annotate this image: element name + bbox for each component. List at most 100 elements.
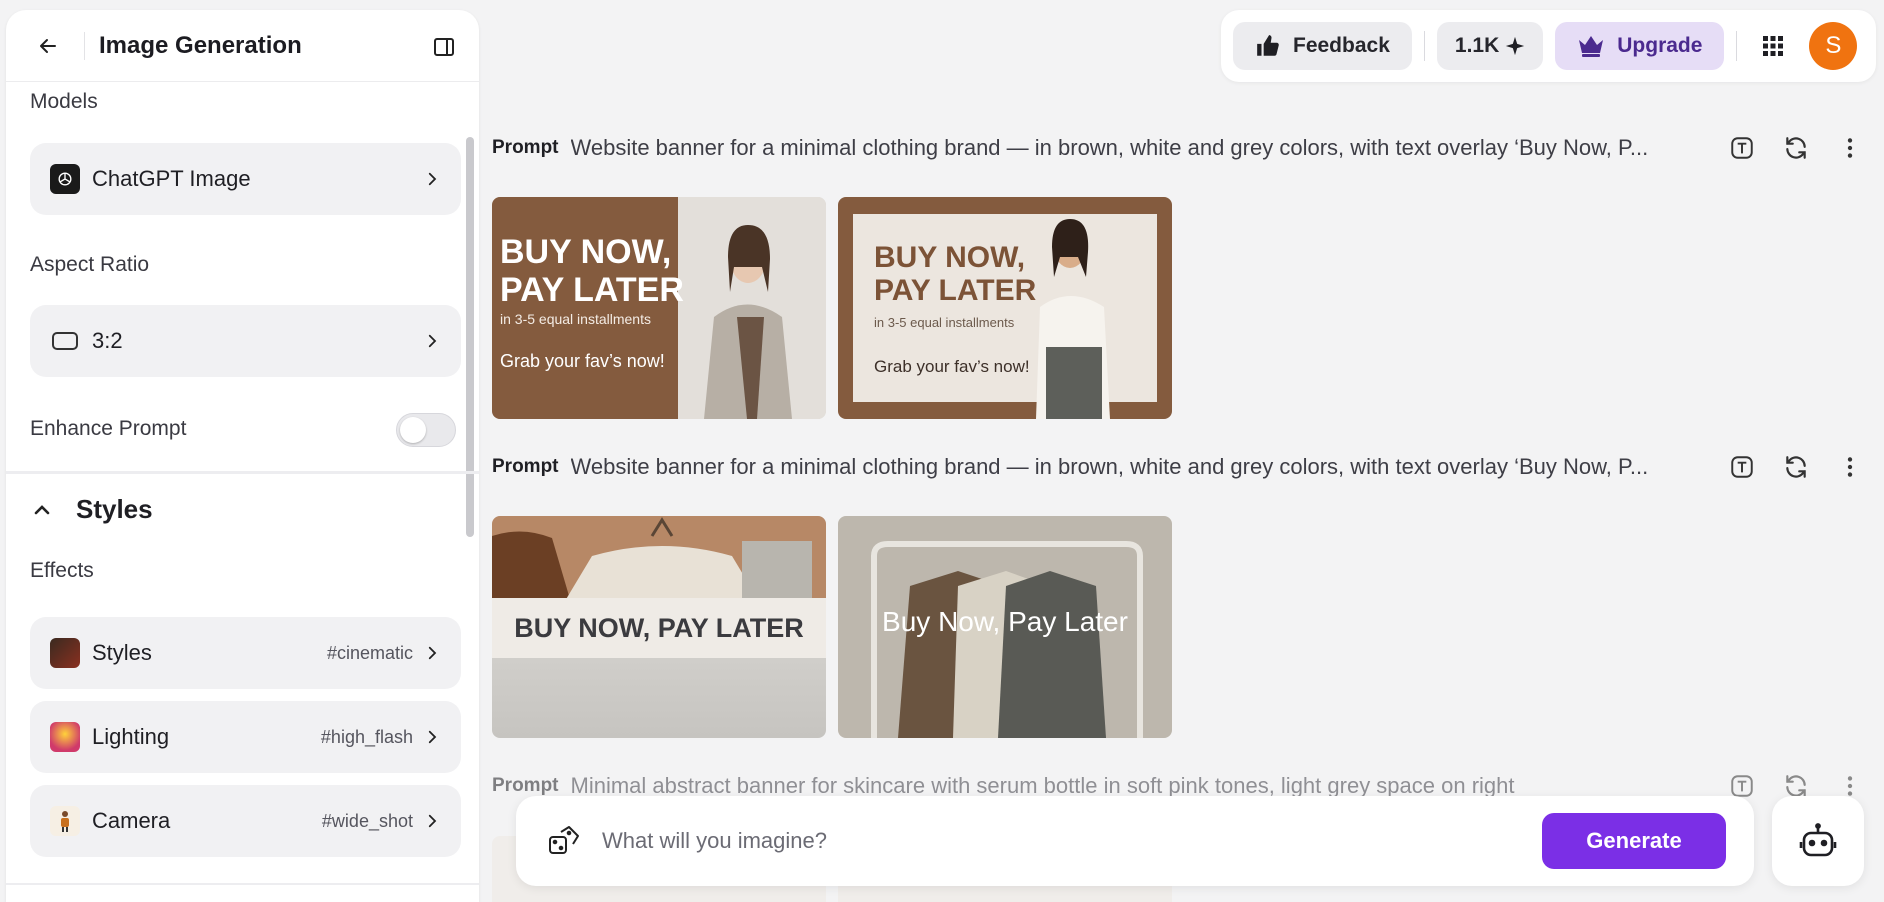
feedback-label: Feedback [1293, 34, 1390, 57]
generated-image[interactable]: BUY NOW, PAY LATER in 3-5 equal installm… [492, 197, 826, 419]
more-options-button[interactable] [1833, 131, 1867, 165]
apps-grid-button[interactable] [1753, 26, 1793, 66]
aspect-ratio-value: 3:2 [92, 328, 123, 353]
prompt-actions [1725, 128, 1867, 168]
banner-subtext: in 3-5 equal installments [500, 311, 651, 327]
text-box-icon [1731, 456, 1753, 478]
model-value: ChatGPT Image [92, 166, 251, 191]
banner-headline: PAY LATER [500, 271, 684, 309]
use-prompt-button[interactable] [1725, 450, 1759, 484]
generated-image[interactable]: BUY NOW, PAY LATER [492, 516, 826, 738]
camera-thumb-icon [50, 806, 80, 836]
prompt-row: Prompt Website banner for a minimal clot… [492, 128, 1867, 168]
effect-label: Lighting [92, 724, 170, 749]
credits-button[interactable]: 1.1K [1436, 22, 1544, 70]
styles-section-toggle[interactable]: Styles [30, 494, 153, 525]
styles-thumb-icon [50, 638, 80, 668]
random-prompt-button[interactable] [544, 821, 584, 861]
effect-lighting-row[interactable]: Lighting #high_flash [30, 701, 461, 773]
banner-subtext: in 3-5 equal installments [874, 315, 1015, 330]
openai-logo-icon [50, 164, 80, 194]
sparkle-icon [1506, 36, 1525, 56]
chevron-right-icon [428, 172, 437, 186]
banner-cta: Grab your fav’s now! [874, 357, 1030, 376]
top-toolbar: Feedback 1.1K Upgrade S [1221, 10, 1876, 82]
banner-cta: Grab your fav’s now! [500, 351, 665, 371]
chevron-right-icon [428, 646, 437, 660]
banner-headline: BUY NOW, [874, 241, 1026, 274]
text-box-icon [1731, 137, 1753, 159]
arrow-left-icon [40, 38, 56, 53]
refresh-icon [1786, 137, 1806, 159]
chevron-right-icon [428, 730, 437, 744]
generated-image[interactable]: Buy Now, Pay Later [838, 516, 1172, 738]
more-options-button[interactable] [1833, 450, 1867, 484]
collapse-panel-button[interactable] [429, 32, 459, 62]
chevron-up-icon [34, 504, 50, 514]
prompt-row: Prompt Website banner for a minimal clot… [492, 447, 1867, 487]
prompt-actions [1725, 447, 1867, 487]
use-prompt-button[interactable] [1725, 131, 1759, 165]
more-vertical-icon [1847, 138, 1853, 158]
sidebar-panel-icon [434, 38, 454, 56]
upgrade-label: Upgrade [1617, 34, 1703, 57]
feedback-button[interactable]: Feedback [1233, 22, 1412, 70]
sidebar-title: Image Generation [99, 31, 302, 59]
regenerate-button[interactable] [1779, 131, 1813, 165]
prompt-label: Prompt [492, 456, 559, 477]
effect-tag: #wide_shot [321, 810, 413, 831]
prompt-label: Prompt [492, 775, 559, 796]
crown-icon [1579, 36, 1604, 57]
thumbs-up-icon [1257, 35, 1279, 56]
settings-sidebar: Image Generation Models ChatGPT Image As… [6, 10, 479, 902]
robot-icon [1799, 823, 1837, 857]
aspect-ratio-select[interactable]: 3:2 [30, 305, 461, 377]
prompt-input[interactable] [602, 828, 1542, 854]
banner-headline: Buy Now, Pay Later [882, 606, 1128, 637]
effect-tag: #cinematic [326, 642, 413, 663]
toolbar-divider [1423, 31, 1425, 61]
back-button[interactable] [30, 28, 66, 64]
chevron-right-icon [428, 814, 437, 828]
lighting-thumb-icon [50, 722, 80, 752]
section-divider [6, 883, 479, 885]
sidebar-header: Image Generation [6, 10, 479, 82]
banner-headline: BUY NOW, PAY LATER [492, 598, 826, 658]
assistant-bot-button[interactable] [1772, 796, 1864, 886]
effects-label: Effects [30, 559, 94, 582]
chevron-right-icon [428, 334, 437, 348]
header-divider [84, 31, 85, 60]
prompt-text: Website banner for a minimal clothing br… [570, 135, 1649, 160]
credits-label: 1.1K [1454, 34, 1500, 57]
banner-headline: BUY NOW, [500, 233, 672, 271]
upgrade-button[interactable]: Upgrade [1555, 22, 1725, 70]
section-divider [6, 471, 479, 474]
user-avatar[interactable]: S [1809, 22, 1858, 70]
effect-tag: #high_flash [320, 726, 413, 747]
prompt-composer: Generate [516, 796, 1754, 886]
enhance-prompt-label: Enhance Prompt [30, 417, 187, 440]
toolbar-divider [1736, 31, 1738, 61]
models-label: Models [30, 90, 98, 113]
banner-headline: PAY LATER [874, 274, 1037, 307]
dice-icon [549, 826, 579, 854]
generated-image[interactable]: BUY NOW, PAY LATER in 3-5 equal installm… [838, 197, 1172, 419]
effect-camera-row[interactable]: Camera #wide_shot [30, 785, 461, 857]
model-select[interactable]: ChatGPT Image [30, 143, 461, 215]
refresh-icon [1786, 456, 1806, 478]
regenerate-button[interactable] [1779, 450, 1813, 484]
generate-button[interactable]: Generate [1542, 813, 1726, 869]
grid-icon [1763, 36, 1784, 56]
prompt-text: Website banner for a minimal clothing br… [570, 454, 1649, 479]
more-vertical-icon [1847, 457, 1853, 477]
enhance-prompt-toggle[interactable] [396, 413, 456, 447]
aspect-ratio-label: Aspect Ratio [30, 253, 150, 276]
aspect-ratio-icon [50, 326, 80, 356]
styles-heading: Styles [76, 494, 153, 524]
effect-label: Camera [92, 808, 171, 833]
sidebar-scrollbar[interactable] [466, 137, 474, 537]
toggle-knob [400, 417, 426, 443]
effect-label: Styles [92, 640, 152, 665]
effect-styles-row[interactable]: Styles #cinematic [30, 617, 461, 689]
prompt-label: Prompt [492, 137, 559, 158]
